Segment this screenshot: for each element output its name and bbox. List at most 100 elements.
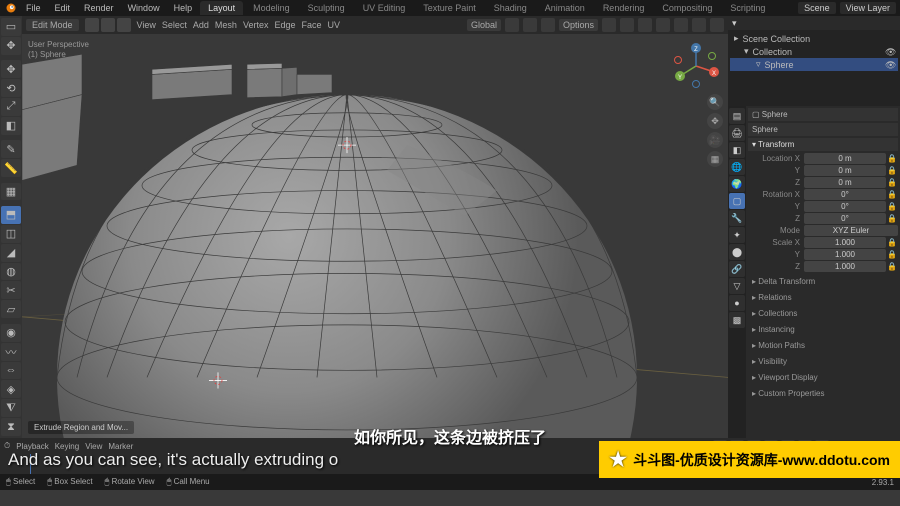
props-tab-texture[interactable]: ▩	[729, 312, 745, 328]
vp-menu-mesh[interactable]: Mesh	[215, 20, 237, 30]
menu-window[interactable]: Window	[122, 3, 166, 13]
outliner-collection[interactable]: ▾ Collection 👁	[730, 45, 898, 58]
props-breadcrumb-2[interactable]: Sphere	[748, 123, 898, 136]
hide-icon[interactable]: 👁	[885, 60, 894, 69]
rotation-mode-dropdown[interactable]: XYZ Euler	[804, 225, 898, 236]
lock-icon[interactable]: 🔒	[886, 250, 898, 259]
select-edge-icon[interactable]	[101, 18, 115, 32]
vp-menu-edge[interactable]: Edge	[274, 20, 295, 30]
rotation-y-field[interactable]: 0°	[804, 201, 886, 212]
ws-tab-anim[interactable]: Animation	[537, 1, 593, 15]
ws-tab-layout[interactable]: Layout	[200, 1, 243, 15]
tool-annotate[interactable]: ✎	[1, 140, 21, 158]
lock-icon[interactable]: 🔒	[886, 190, 898, 199]
zoom-icon[interactable]: 🔍	[707, 94, 723, 110]
orientation-dropdown[interactable]: Global	[467, 19, 501, 31]
ws-tab-uv[interactable]: UV Editing	[355, 1, 414, 15]
menu-render[interactable]: Render	[78, 3, 120, 13]
ws-tab-modeling[interactable]: Modeling	[245, 1, 298, 15]
menu-file[interactable]: File	[20, 3, 47, 13]
hide-icon[interactable]: 👁	[885, 47, 894, 56]
scale-x-field[interactable]: 1.000	[804, 237, 886, 248]
snap-icon[interactable]	[523, 18, 537, 32]
props-tab-modifiers[interactable]: 🔧	[729, 210, 745, 226]
tool-bevel[interactable]: ◢	[1, 244, 21, 262]
show-overlays-icon[interactable]	[620, 18, 634, 32]
visibility-header[interactable]: ▸ Visibility	[748, 355, 898, 368]
props-tab-particles[interactable]: ✦	[729, 227, 745, 243]
ws-tab-sculpting[interactable]: Sculpting	[300, 1, 353, 15]
ws-tab-render[interactable]: Rendering	[595, 1, 653, 15]
scale-y-field[interactable]: 1.000	[804, 249, 886, 260]
props-tab-render[interactable]: ▤	[729, 108, 745, 124]
shading-solid-icon[interactable]	[674, 18, 688, 32]
blender-logo-icon[interactable]	[4, 1, 18, 15]
props-tab-object[interactable]: ▢	[729, 193, 745, 209]
tool-polybuild[interactable]: ▱	[1, 300, 21, 318]
props-tab-material[interactable]: ●	[729, 295, 745, 311]
ws-tab-texpaint[interactable]: Texture Paint	[415, 1, 484, 15]
lock-icon[interactable]: 🔒	[886, 166, 898, 175]
outliner-item-sphere[interactable]: ▿ Sphere 👁	[730, 58, 898, 71]
select-face-icon[interactable]	[117, 18, 131, 32]
props-breadcrumb-1[interactable]: ▢ Sphere	[748, 108, 898, 121]
location-y-field[interactable]: 0 m	[804, 165, 886, 176]
tool-knife[interactable]: ✂	[1, 281, 21, 299]
lock-icon[interactable]: 🔒	[886, 178, 898, 187]
motion-paths-header[interactable]: ▸ Motion Paths	[748, 339, 898, 352]
custom-properties-header[interactable]: ▸ Custom Properties	[748, 387, 898, 400]
props-tab-scene[interactable]: 🌐	[729, 159, 745, 175]
tool-loopcut[interactable]: ◍	[1, 263, 21, 281]
mode-selector[interactable]: Edit Mode	[26, 19, 79, 31]
instancing-header[interactable]: ▸ Instancing	[748, 323, 898, 336]
props-tab-constraints[interactable]: 🔗	[729, 261, 745, 277]
tool-extrude[interactable]: ⬒	[1, 206, 21, 224]
scale-z-field[interactable]: 1.000	[804, 261, 886, 272]
vp-menu-select[interactable]: Select	[162, 20, 187, 30]
ws-tab-comp[interactable]: Compositing	[654, 1, 720, 15]
relations-header[interactable]: ▸ Relations	[748, 291, 898, 304]
menu-edit[interactable]: Edit	[49, 3, 77, 13]
3d-viewport[interactable]: User Perspective (1) Sphere X Y Z 🔍	[22, 34, 728, 438]
props-tab-output[interactable]: 🖨	[729, 125, 745, 141]
lock-icon[interactable]: 🔒	[886, 154, 898, 163]
ws-tab-shading[interactable]: Shading	[486, 1, 535, 15]
rotation-x-field[interactable]: 0°	[804, 189, 886, 200]
xray-icon[interactable]	[638, 18, 652, 32]
pivot-icon[interactable]	[505, 18, 519, 32]
vp-menu-add[interactable]: Add	[193, 20, 209, 30]
delta-transform-header[interactable]: ▸ Delta Transform	[748, 275, 898, 288]
select-vertex-icon[interactable]	[85, 18, 99, 32]
tool-transform[interactable]: ◧	[1, 117, 21, 135]
tool-cursor[interactable]: ✥	[1, 37, 21, 55]
tool-shrink[interactable]: ◈	[1, 380, 21, 398]
tool-rip[interactable]: ⧗	[1, 418, 21, 436]
vp-menu-view[interactable]: View	[137, 20, 156, 30]
lock-icon[interactable]: 🔒	[886, 202, 898, 211]
viewport-display-header[interactable]: ▸ Viewport Display	[748, 371, 898, 384]
pan-icon[interactable]: ✥	[707, 113, 723, 129]
outliner-scene-collection[interactable]: ▸ Scene Collection	[730, 32, 898, 45]
tool-scale[interactable]: ⤢	[1, 98, 21, 116]
lock-icon[interactable]: 🔒	[886, 238, 898, 247]
rotation-z-field[interactable]: 0°	[804, 213, 886, 224]
camera-icon[interactable]: 🎥	[707, 132, 723, 148]
location-x-field[interactable]: 0 m	[804, 153, 886, 164]
outliner-filter-icon[interactable]: ▾	[732, 18, 737, 29]
shading-matprev-icon[interactable]	[692, 18, 706, 32]
tool-edge-slide[interactable]: ⇔	[1, 362, 21, 380]
navigation-gizmo[interactable]: X Y Z	[672, 42, 720, 90]
view-layer-selector[interactable]: View Layer	[840, 2, 896, 14]
shading-wire-icon[interactable]	[656, 18, 670, 32]
options-dropdown[interactable]: Options	[559, 19, 598, 31]
tool-measure[interactable]: 📏	[1, 159, 21, 177]
transform-panel-header[interactable]: ▾ Transform	[748, 138, 898, 151]
tool-shear[interactable]: ⧨	[1, 399, 21, 417]
props-tab-viewlayer[interactable]: ◧	[729, 142, 745, 158]
perspective-icon[interactable]: ▦	[707, 151, 723, 167]
vp-menu-uv[interactable]: UV	[328, 20, 341, 30]
proportional-icon[interactable]	[541, 18, 555, 32]
tool-smooth[interactable]: 〰	[1, 343, 21, 361]
props-tab-physics[interactable]: ⬤	[729, 244, 745, 260]
scene-selector[interactable]: Scene	[798, 2, 836, 14]
